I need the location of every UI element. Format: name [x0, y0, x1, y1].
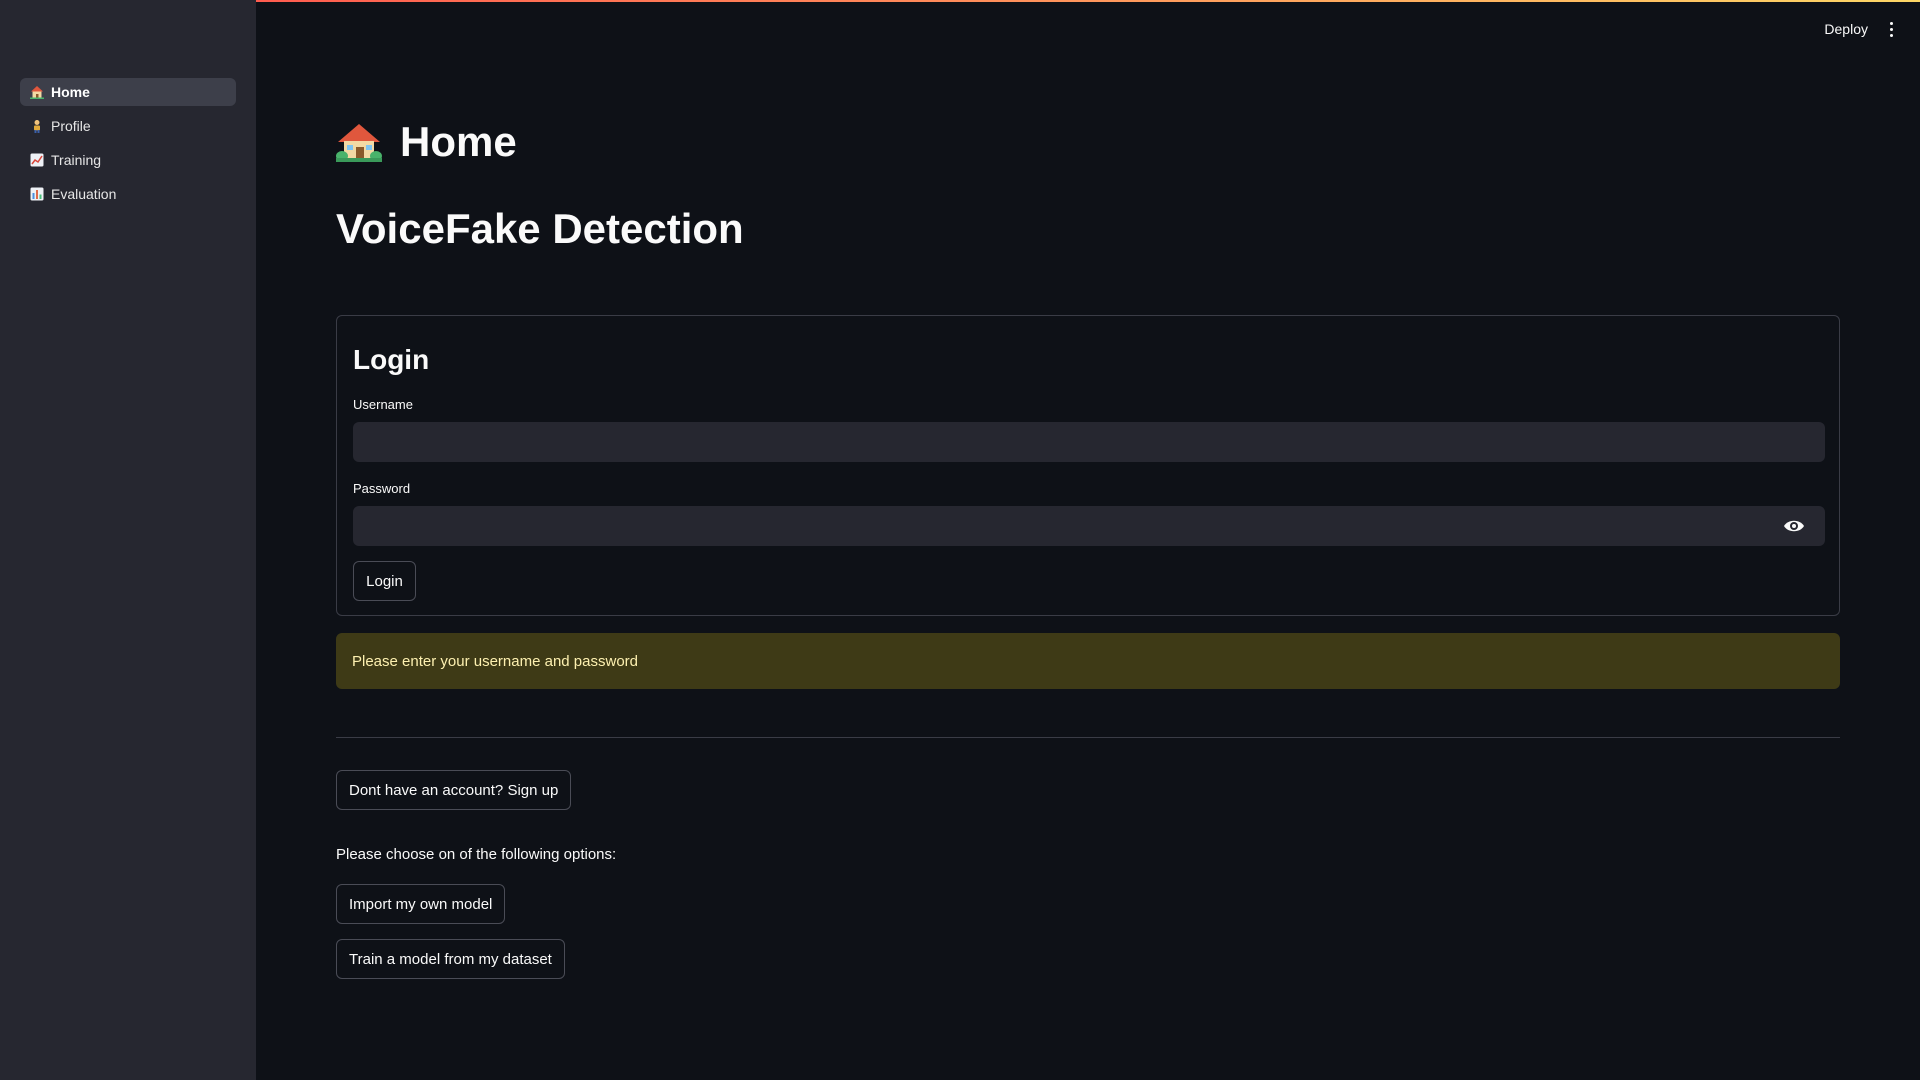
house-icon — [30, 85, 44, 99]
sidebar-item-label: Training — [51, 152, 102, 168]
vertical-dots-icon[interactable] — [1884, 20, 1900, 38]
username-field[interactable] — [353, 422, 1825, 462]
sidebar-item-training[interactable]: Training — [20, 146, 236, 174]
login-form: Login Username Password Login — [336, 315, 1840, 616]
password-field[interactable] — [353, 506, 1825, 546]
sidebar-item-profile[interactable]: Profile — [20, 112, 236, 140]
sidebar-item-evaluation[interactable]: Evaluation — [20, 180, 236, 208]
app-title: VoiceFake Detection — [336, 205, 744, 252]
house-icon — [336, 122, 382, 162]
deploy-button[interactable]: Deploy — [1824, 21, 1868, 37]
login-heading: Login — [353, 344, 430, 375]
train-model-button[interactable]: Train a model from my dataset — [336, 939, 565, 979]
signup-button[interactable]: Dont have an account? Sign up — [336, 770, 572, 810]
password-label: Password — [353, 481, 411, 496]
sidebar-item-label: Profile — [51, 118, 91, 134]
eye-icon[interactable] — [1783, 516, 1805, 536]
sidebar-item-home[interactable]: Home — [20, 78, 236, 106]
warning-alert: Please enter your username and password — [336, 633, 1840, 689]
options-prompt: Please choose on of the following option… — [336, 846, 617, 863]
bar-chart-icon — [30, 187, 44, 201]
username-label: Username — [353, 397, 413, 412]
chart-increasing-icon — [30, 153, 44, 167]
warning-text: Please enter your username and password — [352, 652, 638, 670]
top-decoration-bar — [0, 0, 1920, 2]
sidebar-item-label: Evaluation — [51, 186, 117, 202]
sidebar-item-label: Home — [51, 84, 90, 100]
sidebar-nav: Home Profile Training Evaluation — [20, 78, 236, 214]
page-title: Home — [336, 118, 517, 166]
login-button[interactable]: Login — [353, 561, 416, 601]
person-icon — [30, 119, 44, 133]
page-title-text: Home — [400, 118, 517, 165]
import-model-button[interactable]: Import my own model — [336, 884, 506, 924]
sidebar: Home Profile Training Evaluation — [0, 0, 256, 1080]
divider — [336, 737, 1840, 738]
app-toolbar: Deploy — [1824, 20, 1900, 38]
